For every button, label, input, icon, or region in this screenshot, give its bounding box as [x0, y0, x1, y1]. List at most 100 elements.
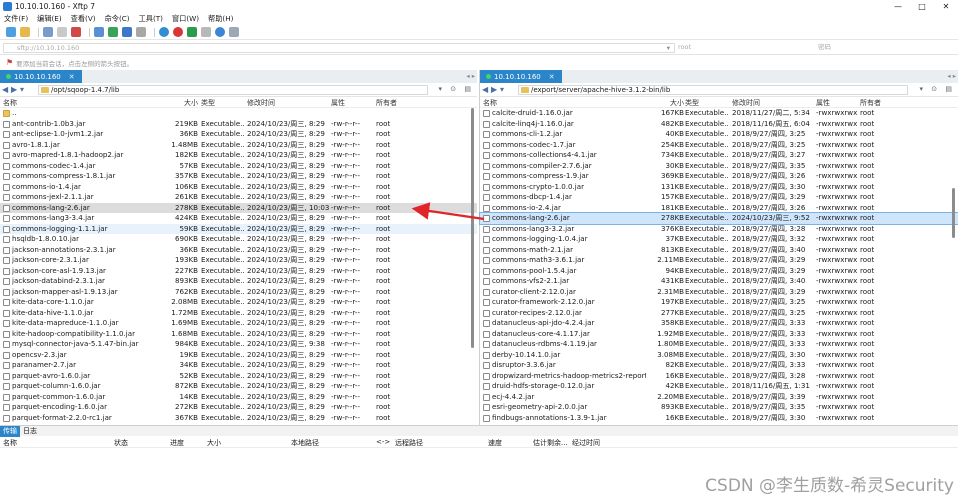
file-row[interactable]: avro-mapred-1.8.1-hadoop2.jar 182KB Execut… [0, 150, 477, 161]
file-row[interactable]: kite-data-mapreduce-1.1.0.jar 1.69MB Execu… [0, 318, 477, 329]
path-actions-icon[interactable]: ▾ ⊙ ▤ [439, 85, 474, 93]
copy-icon[interactable] [94, 27, 104, 37]
file-row[interactable]: commons-collections4-4.1.jar 734KB Executa… [480, 150, 958, 161]
file-row[interactable]: curator-framework-2.12.0.jar 197KB Executa… [480, 297, 958, 308]
file-row[interactable]: commons-pool-1.5.4.jar 94KB Executable... 2… [480, 266, 958, 277]
up-icon[interactable]: ▾ [20, 85, 29, 94]
file-row[interactable]: commons-lang3-3.4.jar 424KB Executable... 2… [0, 213, 477, 224]
file-row[interactable]: kite-hadoop-compatibility-1.1.0.jar 1.68M… [0, 329, 477, 340]
parent-folder-row[interactable]: .. [0, 108, 477, 119]
col-local-path[interactable]: 本地路径 [291, 438, 319, 448]
file-row[interactable]: parquet-common-1.6.0.jar 14KB Executable..… [0, 392, 477, 403]
settings-icon[interactable] [201, 27, 211, 37]
file-row[interactable]: commons-compress-1.8.1.jar 357KB Executabl… [0, 171, 477, 182]
forward-icon[interactable]: ▶ [491, 85, 500, 94]
file-row[interactable]: parquet-column-1.6.0.jar 872KB Executable.… [0, 381, 477, 392]
close-icon[interactable]: ✕ [549, 73, 555, 81]
col-type[interactable]: 类型 [685, 98, 699, 108]
open-folder-icon[interactable] [20, 27, 30, 37]
file-row[interactable]: paranamer-2.7.jar 34KB Executable... 2024/1… [0, 360, 477, 371]
file-row[interactable]: calcite-linq4j-1.16.0.jar 482KB Executable… [480, 119, 958, 130]
menu-help[interactable]: 帮助(H) [208, 14, 233, 24]
tab-scroll-icon[interactable]: ◂ ▸ [947, 72, 956, 80]
left-path-input[interactable]: /opt/sqoop-1.4.7/lib [38, 85, 428, 95]
col-name[interactable]: 名称 [3, 438, 17, 448]
record-icon[interactable] [71, 27, 81, 37]
file-row[interactable]: ant-contrib-1.0b3.jar 219KB Executable... 2… [0, 119, 477, 130]
file-row[interactable]: commons-dbcp-1.4.jar 157KB Executable... 20… [480, 192, 958, 203]
file-row[interactable]: ant-eclipse-1.0-jvm1.2.jar 36KB Executable… [0, 129, 477, 140]
menu-window[interactable]: 窗口(W) [172, 14, 199, 24]
sync-icon[interactable] [108, 27, 118, 37]
file-row[interactable]: commons-lang-2.6.jar 278KB Executable... 20… [479, 212, 958, 225]
col-modified[interactable]: 修改时间 [247, 98, 275, 108]
file-row[interactable]: hsqldb-1.8.0.10.jar 690KB Executable... 202… [0, 234, 477, 245]
menu-tools[interactable]: 工具(T) [139, 14, 163, 24]
minimize-button[interactable]: — [886, 0, 910, 13]
file-row[interactable]: commons-compress-1.9.jar 369KB Executable.… [480, 171, 958, 182]
up-icon[interactable]: ▾ [500, 85, 509, 94]
menu-view[interactable]: 查看(V) [71, 14, 96, 24]
col-owner[interactable]: 所有者 [860, 98, 881, 108]
file-row[interactable]: findbugs-annotations-1.3.9-1.jar 16KB Exec… [480, 413, 958, 424]
col-type[interactable]: 类型 [201, 98, 215, 108]
disconnect-icon[interactable] [43, 27, 53, 37]
path-actions-icon[interactable]: ▾ ⊙ ▤ [920, 85, 955, 93]
file-row[interactable]: jackson-core-asl-1.9.13.jar 227KB Executab… [0, 266, 477, 277]
col-name[interactable]: 名称 [3, 98, 17, 108]
file-row[interactable]: commons-codec-1.4.jar 57KB Executable... 20… [0, 161, 477, 172]
tab-log[interactable]: 日志 [20, 426, 40, 437]
file-row[interactable]: commons-logging-1.0.4.jar 37KB Executable.… [480, 234, 958, 245]
back-icon[interactable]: ◀ [482, 85, 491, 94]
file-row[interactable]: kite-data-hive-1.1.0.jar 1.72MB Executable… [0, 308, 477, 319]
file-row[interactable]: commons-compiler-2.7.6.jar 30KB Executable… [480, 161, 958, 172]
properties-icon[interactable] [57, 27, 67, 37]
help-icon[interactable] [215, 27, 225, 37]
file-row[interactable]: commons-vfs2-2.1.jar 431KB Executable... 20… [480, 276, 958, 287]
col-direction[interactable]: <-> [376, 438, 390, 446]
col-attr[interactable]: 属性 [816, 98, 830, 108]
menu-edit[interactable]: 编辑(E) [37, 14, 62, 24]
filter-icon[interactable] [136, 27, 146, 37]
file-row[interactable]: curator-recipes-2.12.0.jar 277KB Executabl… [480, 308, 958, 319]
file-row[interactable]: commons-cli-1.2.jar 40KB Executable... 2018… [480, 129, 958, 140]
tab-right-session[interactable]: 10.10.10.160 ✕ [480, 70, 562, 83]
file-row[interactable]: disruptor-3.3.6.jar 82KB Executable... 2018… [480, 360, 958, 371]
new-session-icon[interactable] [6, 27, 16, 37]
file-row[interactable]: datanucleus-api-jdo-4.2.4.jar 358KB Execut… [480, 318, 958, 329]
file-row[interactable]: datanucleus-core-4.1.17.jar 1.92MB Executa… [480, 329, 958, 340]
col-elapsed[interactable]: 经过时间 [572, 438, 600, 448]
col-size[interactable]: 大小 [184, 98, 198, 108]
forward-icon[interactable]: ▶ [11, 85, 20, 94]
tab-transfer[interactable]: 传输 [0, 425, 20, 437]
col-size[interactable]: 大小 [207, 438, 221, 448]
tab-left-session[interactable]: 10.10.10.160 ✕ [0, 70, 82, 83]
col-status[interactable]: 状态 [114, 438, 128, 448]
right-scrollbar[interactable] [951, 108, 956, 418]
col-size[interactable]: 大小 [670, 98, 684, 108]
back-icon[interactable]: ◀ [2, 85, 11, 94]
file-row[interactable]: calcite-druid-1.16.0.jar 167KB Executable.… [480, 108, 958, 119]
host-input[interactable]: sftp://10.10.10.160 ▾ [3, 43, 675, 53]
xshell-icon[interactable] [173, 27, 183, 37]
green-app-icon[interactable] [187, 27, 197, 37]
file-row[interactable]: parquet-format-2.2.0-rc1.jar 367KB Executa… [0, 413, 477, 424]
file-row[interactable]: commons-lang3-3.2.jar 376KB Executable... 2… [480, 224, 958, 235]
file-row[interactable]: datanucleus-rdbms-4.1.19.jar 1.80MB Execut… [480, 339, 958, 350]
maximize-button[interactable]: □ [910, 0, 934, 13]
file-row[interactable]: parquet-encoding-1.6.0.jar 272KB Executabl… [0, 402, 477, 413]
info-icon[interactable] [229, 27, 239, 37]
left-scroll-thumb[interactable] [471, 108, 474, 348]
col-eta[interactable]: 估计剩余... [533, 438, 568, 448]
file-row[interactable]: commons-logging-1.1.1.jar 59KB Executable.… [0, 223, 477, 234]
file-row[interactable]: commons-io-1.4.jar 106KB Executable... 2024… [0, 182, 477, 193]
file-row[interactable]: derby-10.14.1.0.jar 3.08MB Executable... 20… [480, 350, 958, 361]
file-row[interactable]: jackson-databind-2.3.1.jar 893KB Executabl… [0, 276, 477, 287]
file-row[interactable]: ecj-4.4.2.jar 2.20MB Executable... 2018/9/2… [480, 392, 958, 403]
file-row[interactable]: esri-geometry-api-2.0.0.jar 893KB Executab… [480, 402, 958, 413]
file-row[interactable]: commons-io-2.4.jar 181KB Executable... 2018… [480, 203, 958, 214]
left-scrollbar[interactable] [470, 108, 475, 418]
file-row[interactable]: curator-client-2.12.0.jar 2.31MB Executabl… [480, 287, 958, 298]
col-progress[interactable]: 进度 [170, 438, 184, 448]
file-row[interactable]: commons-codec-1.7.jar 254KB Executable... 2… [480, 140, 958, 151]
